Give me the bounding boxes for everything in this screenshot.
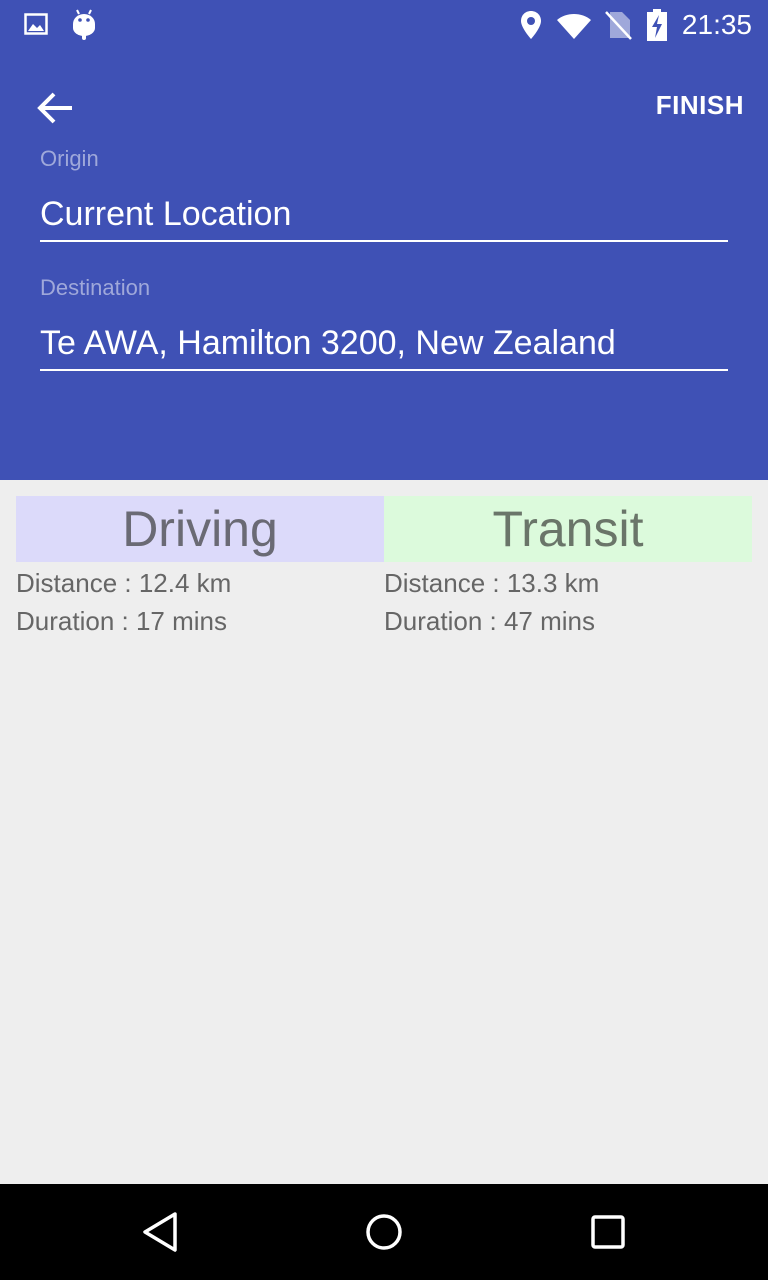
transit-mode-header: Transit: [384, 496, 752, 562]
nav-back-button[interactable]: [134, 1206, 186, 1258]
destination-label: Destination: [40, 275, 151, 300]
battery-charging-icon: [647, 9, 667, 41]
system-nav-bar: [0, 1184, 768, 1280]
home-circle-icon: [366, 1214, 402, 1250]
location-pin-icon: [521, 11, 541, 39]
origin-input[interactable]: [40, 188, 728, 242]
destination-input[interactable]: [40, 317, 728, 371]
transit-result[interactable]: Transit Distance : 13.3 km Duration : 47…: [384, 496, 752, 640]
nav-recents-button[interactable]: [582, 1206, 634, 1258]
no-sim-icon: [605, 11, 632, 40]
wifi-icon: [557, 14, 591, 39]
origin-label: Origin: [40, 146, 99, 171]
status-bar: 21:35: [0, 0, 768, 50]
driving-duration: Duration : 17 mins: [16, 606, 227, 636]
back-triangle-icon: [143, 1212, 177, 1252]
arrow-left-icon: [37, 92, 72, 124]
route-form-header: FINISH Origin Destination: [0, 50, 768, 480]
status-time: 21:35: [681, 9, 752, 40]
driving-result[interactable]: Driving Distance : 12.4 km Duration : 17…: [16, 496, 384, 640]
transit-distance: Distance : 13.3 km: [384, 568, 600, 598]
driving-mode-header: Driving: [16, 496, 384, 562]
android-icon: [73, 9, 95, 40]
gallery-icon: [24, 13, 48, 35]
back-button[interactable]: [26, 78, 86, 138]
finish-button[interactable]: FINISH: [656, 90, 744, 121]
driving-distance: Distance : 12.4 km: [16, 568, 232, 598]
transit-duration: Duration : 47 mins: [384, 606, 595, 636]
recents-square-icon: [591, 1215, 625, 1249]
nav-home-button[interactable]: [358, 1206, 410, 1258]
